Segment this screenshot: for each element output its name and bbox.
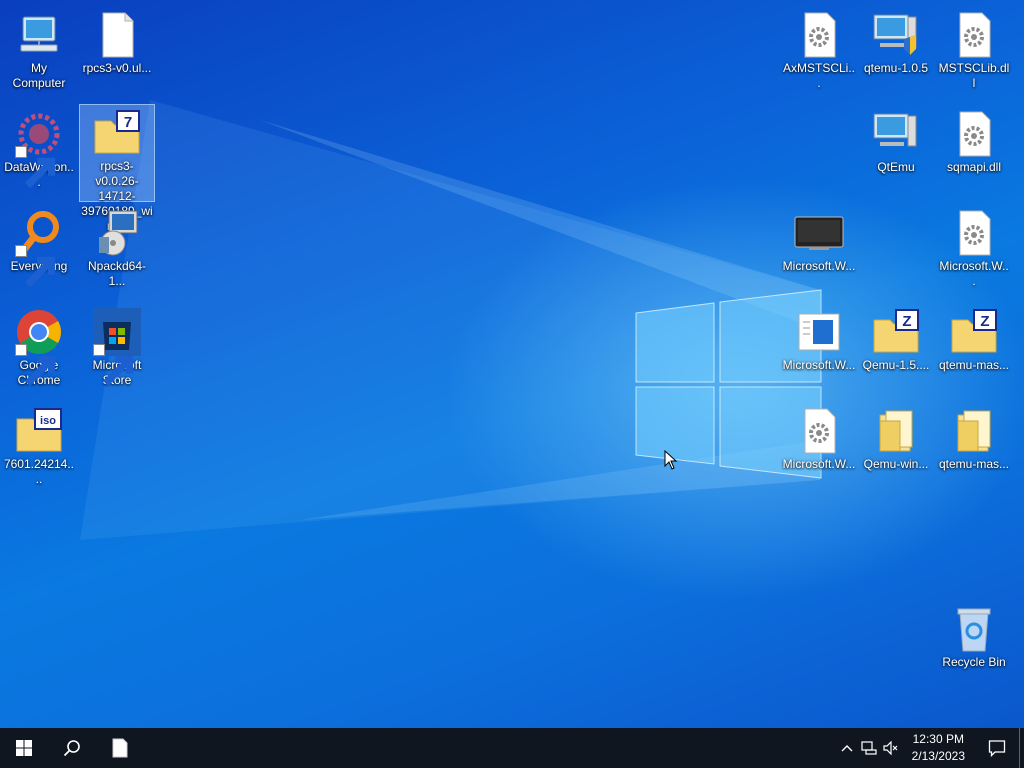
desktop-icon-npackd[interactable]: Npackd64-1... [79, 204, 155, 290]
show-desktop-button[interactable] [1019, 728, 1024, 768]
desktop[interactable]: My Computer DataWagon... Everything Goog… [0, 0, 1024, 728]
shortcut-arrow-icon [93, 344, 134, 386]
desktop-icon-mstsclib-dll[interactable]: MSTSCLib.dll [936, 6, 1012, 92]
zip-archive-icon: Z [948, 308, 1000, 356]
volume-muted-icon[interactable] [880, 728, 902, 768]
clock-date: 2/13/2023 [911, 749, 965, 763]
notifications-button[interactable] [975, 728, 1019, 768]
recycle-bin-icon [948, 605, 1000, 653]
desktop-icon-qtemu-1-0-5[interactable]: qtemu-1.0.5 [858, 6, 934, 77]
dll-gear-icon [948, 11, 1000, 59]
search-icon [63, 740, 80, 757]
desktop-icon-google-chrome[interactable]: Google Chrome [1, 303, 77, 389]
svg-text:Z: Z [902, 313, 911, 330]
start-button[interactable] [0, 728, 48, 768]
svg-text:iso: iso [40, 415, 56, 427]
chrome-icon [13, 308, 65, 386]
qtemu-app-icon [870, 110, 922, 158]
svg-text:Z: Z [980, 313, 989, 330]
network-icon[interactable] [858, 728, 880, 768]
clock-time: 12:30 PM [912, 732, 964, 746]
desktop-icon-qtemu-mas-1[interactable]: Z qtemu-mas... [936, 303, 1012, 374]
windows-logo-icon [16, 740, 32, 756]
taskbar-clock[interactable]: 12:30 PM 2/13/2023 [902, 731, 975, 765]
blank-file-icon [91, 11, 143, 59]
desktop-icon-qemu-win[interactable]: Qemu-win... [858, 402, 934, 473]
folder-icon [870, 407, 922, 455]
everything-search-icon [13, 209, 65, 287]
taskbar: 12:30 PM 2/13/2023 [0, 728, 1024, 768]
window-app-icon [793, 308, 845, 356]
zip-archive-icon: Z [870, 308, 922, 356]
qtemu-installer-icon [870, 11, 922, 59]
blank-file-icon [112, 738, 128, 758]
monitor-icon [793, 209, 845, 257]
desktop-icon-microsoft-w-2[interactable]: Microsoft.W... [936, 204, 1012, 290]
dll-gear-icon [793, 11, 845, 59]
dll-gear-icon [948, 110, 1000, 158]
desktop-icon-rpcs3-archive[interactable]: 7 rpcs3-v0.0.26-14712-39760189_win64 [79, 104, 155, 233]
installer-icon [91, 209, 143, 257]
desktop-icon-axmstsclib[interactable]: AxMSTSCLi... [780, 6, 858, 92]
desktop-icon-microsoft-w-4[interactable]: Microsoft.W... [780, 402, 858, 473]
search-button[interactable] [48, 728, 96, 768]
folder-icon [948, 407, 1000, 455]
desktop-icon-everything[interactable]: Everything [1, 204, 77, 287]
svg-text:7: 7 [124, 114, 132, 131]
mouse-cursor-icon [664, 450, 678, 470]
shortcut-arrow-icon [15, 344, 56, 386]
shortcut-arrow-icon [15, 146, 56, 188]
datawagon-app-icon [13, 110, 65, 188]
desktop-icon-qtemu[interactable]: QtEmu [858, 105, 934, 176]
dll-gear-icon [793, 407, 845, 455]
desktop-icon-microsoft-w-3[interactable]: Microsoft.W... [780, 303, 858, 374]
dll-gear-icon [948, 209, 1000, 257]
iso-archive-icon: iso [13, 407, 65, 455]
desktop-icon-my-computer[interactable]: My Computer [1, 6, 77, 92]
7z-archive-icon: 7 [91, 109, 143, 157]
system-tray: 12:30 PM 2/13/2023 [836, 728, 1024, 768]
tray-chevron-up-icon[interactable] [836, 728, 858, 768]
desktop-icon-7601-iso[interactable]: iso 7601.24214.... [1, 402, 77, 488]
computer-icon [13, 11, 65, 59]
desktop-icon-recycle-bin[interactable]: Recycle Bin [936, 600, 1012, 671]
desktop-icon-qemu-1-5[interactable]: Z Qemu-1.5.... [858, 303, 934, 374]
desktop-icon-microsoft-w-1[interactable]: Microsoft.W... [780, 204, 858, 275]
desktop-icon-rpcs3-file[interactable]: rpcs3-v0.ul... [79, 6, 155, 77]
desktop-icon-datawagon[interactable]: DataWagon... [1, 105, 77, 191]
shortcut-arrow-icon [15, 245, 56, 287]
desktop-icon-qtemu-mas-2[interactable]: qtemu-mas... [936, 402, 1012, 473]
store-icon [91, 308, 143, 386]
taskbar-app-file[interactable] [96, 728, 144, 768]
notification-icon [988, 740, 1006, 757]
desktop-icon-sqmapi-dll[interactable]: sqmapi.dll [936, 105, 1012, 176]
desktop-icon-microsoft-store[interactable]: Microsoft Store [79, 303, 155, 389]
